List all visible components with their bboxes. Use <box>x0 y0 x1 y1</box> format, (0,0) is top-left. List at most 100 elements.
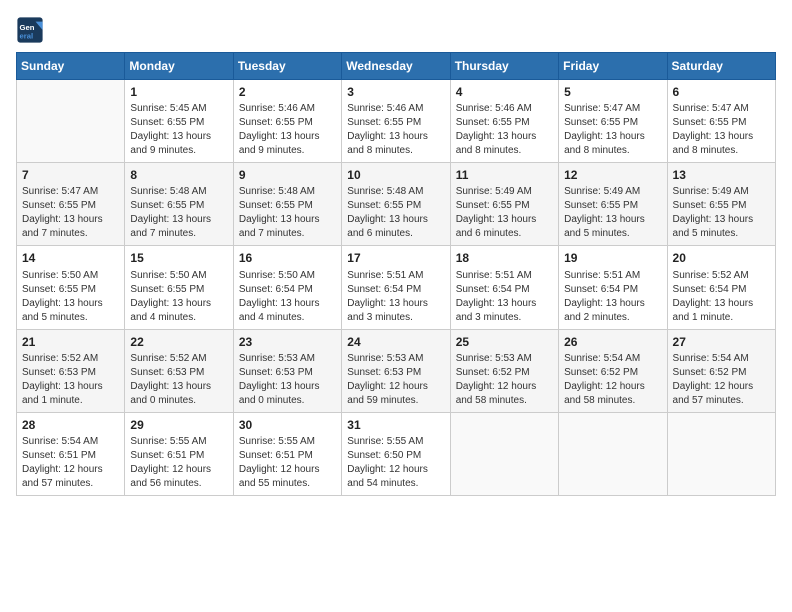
cell-content: Sunrise: 5:53 AM Sunset: 6:52 PM Dayligh… <box>456 352 553 408</box>
calendar-cell: 17 Sunrise: 5:51 AM Sunset: 6:54 PM Dayli… <box>342 246 450 329</box>
cell-content: Sunrise: 5:51 AM Sunset: 6:54 PM Dayligh… <box>456 269 553 325</box>
day-number: 3 <box>347 84 444 100</box>
cell-content: Sunrise: 5:46 AM Sunset: 6:55 PM Dayligh… <box>347 102 444 158</box>
svg-text:Gen: Gen <box>20 23 35 32</box>
cell-content: Sunrise: 5:52 AM Sunset: 6:53 PM Dayligh… <box>130 352 227 408</box>
calendar-cell: 15Sunrise: 5:50 AM Sunset: 6:55 PM Dayli… <box>125 246 233 329</box>
calendar-day-header: Saturday <box>667 53 775 80</box>
cell-content: Sunrise: 5:53 AM Sunset: 6:53 PM Dayligh… <box>347 352 444 408</box>
calendar-cell: 16 Sunrise: 5:50 AM Sunset: 6:54 PM Dayli… <box>233 246 341 329</box>
calendar-day-header: Wednesday <box>342 53 450 80</box>
cell-content: Sunrise: 5:53 AM Sunset: 6:53 PM Dayligh… <box>239 352 336 408</box>
calendar-cell: 25 Sunrise: 5:53 AM Sunset: 6:52 PM Dayli… <box>450 329 558 412</box>
cell-content: Sunrise: 5:49 AM Sunset: 6:55 PM Dayligh… <box>673 185 770 241</box>
day-number: 11 <box>456 167 553 183</box>
svg-text:eral: eral <box>20 31 34 40</box>
calendar-cell: 26 Sunrise: 5:54 AM Sunset: 6:52 PM Dayli… <box>559 329 667 412</box>
calendar-cell <box>450 412 558 495</box>
day-number: 8 <box>130 167 227 183</box>
calendar-cell: 31 Sunrise: 5:55 AM Sunset: 6:50 PM Dayli… <box>342 412 450 495</box>
calendar-week-row: 14 Sunrise: 5:50 AM Sunset: 6:55 PM Dayli… <box>17 246 776 329</box>
cell-content: Sunrise: 5:55 AM Sunset: 6:51 PM Dayligh… <box>130 435 227 491</box>
calendar-cell: 3 Sunrise: 5:46 AM Sunset: 6:55 PM Daylig… <box>342 80 450 163</box>
calendar-day-header: Friday <box>559 53 667 80</box>
day-number: 5 <box>564 84 661 100</box>
cell-content: Sunrise: 5:50 AM Sunset: 6:55 PM Dayligh… <box>130 269 227 325</box>
day-number: 25 <box>456 334 553 350</box>
day-number: 20 <box>673 250 770 266</box>
calendar-cell: 6 Sunrise: 5:47 AM Sunset: 6:55 PM Daylig… <box>667 80 775 163</box>
calendar-day-header: Thursday <box>450 53 558 80</box>
day-number: 31 <box>347 417 444 433</box>
cell-content: Sunrise: 5:50 AM Sunset: 6:54 PM Dayligh… <box>239 269 336 325</box>
cell-content: Sunrise: 5:48 AM Sunset: 6:55 PM Dayligh… <box>130 185 227 241</box>
day-number: 9 <box>239 167 336 183</box>
day-number: 6 <box>673 84 770 100</box>
cell-content: Sunrise: 5:49 AM Sunset: 6:55 PM Dayligh… <box>564 185 661 241</box>
day-number: 7 <box>22 167 119 183</box>
calendar-cell: 29Sunrise: 5:55 AM Sunset: 6:51 PM Dayli… <box>125 412 233 495</box>
day-number: 21 <box>22 334 119 350</box>
day-number: 30 <box>239 417 336 433</box>
cell-content: Sunrise: 5:47 AM Sunset: 6:55 PM Dayligh… <box>22 185 119 241</box>
calendar-day-header: Tuesday <box>233 53 341 80</box>
calendar-cell <box>17 80 125 163</box>
day-number: 23 <box>239 334 336 350</box>
calendar-cell: 27 Sunrise: 5:54 AM Sunset: 6:52 PM Dayli… <box>667 329 775 412</box>
logo-icon: Gen eral <box>16 16 44 44</box>
calendar-cell: 18 Sunrise: 5:51 AM Sunset: 6:54 PM Dayli… <box>450 246 558 329</box>
cell-content: Sunrise: 5:46 AM Sunset: 6:55 PM Dayligh… <box>456 102 553 158</box>
day-number: 14 <box>22 250 119 266</box>
calendar-cell: 7 Sunrise: 5:47 AM Sunset: 6:55 PM Daylig… <box>17 163 125 246</box>
calendar-cell: 20 Sunrise: 5:52 AM Sunset: 6:54 PM Dayli… <box>667 246 775 329</box>
day-number: 28 <box>22 417 119 433</box>
page-header: Gen eral <box>16 16 776 44</box>
cell-content: Sunrise: 5:51 AM Sunset: 6:54 PM Dayligh… <box>347 269 444 325</box>
calendar-cell: 22 Sunrise: 5:52 AM Sunset: 6:53 PM Dayli… <box>125 329 233 412</box>
day-number: 13 <box>673 167 770 183</box>
day-number: 26 <box>564 334 661 350</box>
calendar-table: SundayMondayTuesdayWednesdayThursdayFrid… <box>16 52 776 496</box>
cell-content: Sunrise: 5:50 AM Sunset: 6:55 PM Dayligh… <box>22 269 119 325</box>
calendar-cell: 24 Sunrise: 5:53 AM Sunset: 6:53 PM Dayli… <box>342 329 450 412</box>
calendar-header-row: SundayMondayTuesdayWednesdayThursdayFrid… <box>17 53 776 80</box>
calendar-day-header: Sunday <box>17 53 125 80</box>
cell-content: Sunrise: 5:45 AM Sunset: 6:55 PM Dayligh… <box>130 102 227 158</box>
day-number: 1 <box>130 84 227 100</box>
calendar-cell <box>559 412 667 495</box>
calendar-cell: 8 Sunrise: 5:48 AM Sunset: 6:55 PM Daylig… <box>125 163 233 246</box>
calendar-cell: 13 Sunrise: 5:49 AM Sunset: 6:55 PM Dayli… <box>667 163 775 246</box>
cell-content: Sunrise: 5:52 AM Sunset: 6:54 PM Dayligh… <box>673 269 770 325</box>
day-number: 19 <box>564 250 661 266</box>
cell-content: Sunrise: 5:54 AM Sunset: 6:52 PM Dayligh… <box>564 352 661 408</box>
calendar-cell: 30 Sunrise: 5:55 AM Sunset: 6:51 PM Dayli… <box>233 412 341 495</box>
cell-content: Sunrise: 5:52 AM Sunset: 6:53 PM Dayligh… <box>22 352 119 408</box>
calendar-week-row: 7 Sunrise: 5:47 AM Sunset: 6:55 PM Daylig… <box>17 163 776 246</box>
calendar-cell: 23 Sunrise: 5:53 AM Sunset: 6:53 PM Dayli… <box>233 329 341 412</box>
calendar-cell: 1 Sunrise: 5:45 AM Sunset: 6:55 PM Daylig… <box>125 80 233 163</box>
cell-content: Sunrise: 5:55 AM Sunset: 6:51 PM Dayligh… <box>239 435 336 491</box>
day-number: 16 <box>239 250 336 266</box>
cell-content: Sunrise: 5:54 AM Sunset: 6:52 PM Dayligh… <box>673 352 770 408</box>
calendar-cell: 14 Sunrise: 5:50 AM Sunset: 6:55 PM Dayli… <box>17 246 125 329</box>
day-number: 27 <box>673 334 770 350</box>
calendar-cell: 12Sunrise: 5:49 AM Sunset: 6:55 PM Dayli… <box>559 163 667 246</box>
day-number: 17 <box>347 250 444 266</box>
calendar-cell: 10Sunrise: 5:48 AM Sunset: 6:55 PM Dayli… <box>342 163 450 246</box>
calendar-cell: 4 Sunrise: 5:46 AM Sunset: 6:55 PM Daylig… <box>450 80 558 163</box>
day-number: 10 <box>347 167 444 183</box>
calendar-cell: 21 Sunrise: 5:52 AM Sunset: 6:53 PM Dayli… <box>17 329 125 412</box>
cell-content: Sunrise: 5:55 AM Sunset: 6:50 PM Dayligh… <box>347 435 444 491</box>
calendar-week-row: 21 Sunrise: 5:52 AM Sunset: 6:53 PM Dayli… <box>17 329 776 412</box>
calendar-cell: 28Sunrise: 5:54 AM Sunset: 6:51 PM Dayli… <box>17 412 125 495</box>
cell-content: Sunrise: 5:49 AM Sunset: 6:55 PM Dayligh… <box>456 185 553 241</box>
cell-content: Sunrise: 5:47 AM Sunset: 6:55 PM Dayligh… <box>673 102 770 158</box>
cell-content: Sunrise: 5:48 AM Sunset: 6:55 PM Dayligh… <box>239 185 336 241</box>
day-number: 22 <box>130 334 227 350</box>
day-number: 4 <box>456 84 553 100</box>
cell-content: Sunrise: 5:46 AM Sunset: 6:55 PM Dayligh… <box>239 102 336 158</box>
calendar-cell: 19Sunrise: 5:51 AM Sunset: 6:54 PM Dayli… <box>559 246 667 329</box>
day-number: 24 <box>347 334 444 350</box>
logo: Gen eral <box>16 16 48 44</box>
day-number: 18 <box>456 250 553 266</box>
